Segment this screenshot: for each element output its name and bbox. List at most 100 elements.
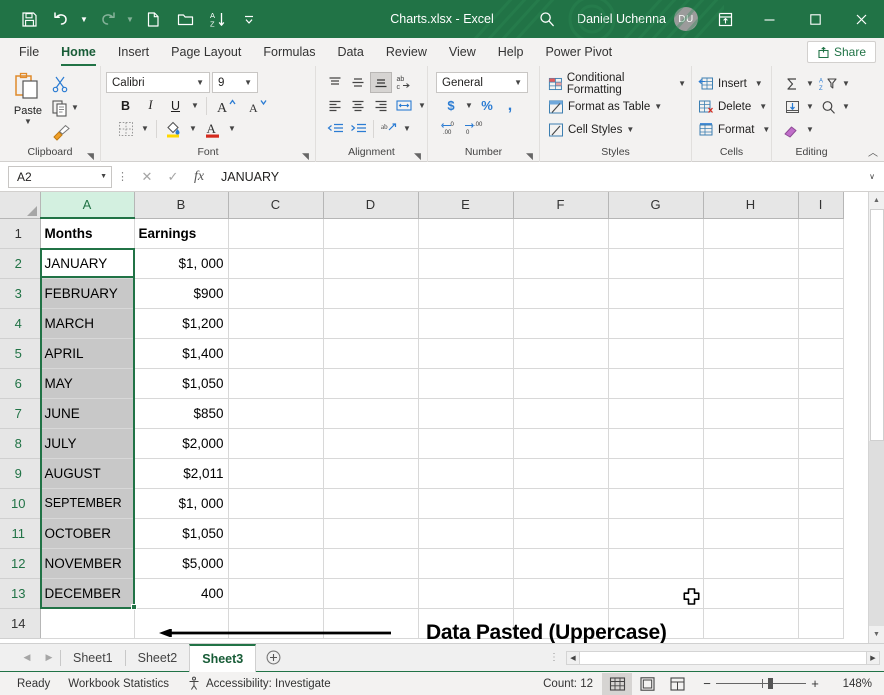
- tab-file[interactable]: File: [8, 40, 50, 66]
- autosum-button[interactable]: [780, 73, 804, 94]
- zoom-slider[interactable]: − +: [692, 676, 830, 691]
- cell-c12[interactable]: [228, 548, 323, 578]
- delete-cells-caret[interactable]: ▼: [759, 102, 767, 111]
- scroll-right-arrow-icon[interactable]: ▶: [866, 651, 880, 665]
- cell-b5[interactable]: $1,400: [134, 338, 228, 368]
- cell-b2[interactable]: $1, 000: [134, 248, 228, 278]
- tab-data[interactable]: Data: [326, 40, 374, 66]
- cell-e1[interactable]: [418, 218, 513, 248]
- cell-a6[interactable]: MAY: [40, 368, 134, 398]
- tab-home[interactable]: Home: [50, 40, 107, 66]
- fill-color-button[interactable]: [162, 118, 185, 139]
- cell-a4[interactable]: MARCH: [40, 308, 134, 338]
- percent-format-button[interactable]: %: [476, 95, 498, 116]
- cell-b3[interactable]: $900: [134, 278, 228, 308]
- row-header-13[interactable]: 13: [0, 578, 40, 608]
- column-header-h[interactable]: H: [703, 192, 798, 218]
- find-select-button[interactable]: [816, 96, 840, 117]
- next-sheet-arrow-icon[interactable]: ▶: [38, 646, 60, 670]
- sheet-tab-sheet3[interactable]: Sheet3: [189, 644, 256, 672]
- cell-i12[interactable]: [798, 548, 843, 578]
- cell-a2[interactable]: JANUARY: [40, 248, 134, 278]
- cell-b6[interactable]: $1,050: [134, 368, 228, 398]
- cell-i4[interactable]: [798, 308, 843, 338]
- borders-button[interactable]: [114, 118, 137, 139]
- zoom-slider-track[interactable]: [716, 683, 806, 684]
- cell-e9[interactable]: [418, 458, 513, 488]
- vertical-scroll-thumb[interactable]: [870, 209, 884, 441]
- cell-a14[interactable]: [40, 608, 134, 638]
- formula-input[interactable]: JANUARY: [212, 166, 866, 188]
- font-name-caret[interactable]: ▼: [193, 78, 207, 87]
- cell-e13[interactable]: [418, 578, 513, 608]
- cell-e7[interactable]: [418, 398, 513, 428]
- cell-f1[interactable]: [513, 218, 608, 248]
- cell-b12[interactable]: $5,000: [134, 548, 228, 578]
- orientation-caret[interactable]: ▼: [401, 118, 413, 139]
- insert-cells-button[interactable]: Insert ▼: [698, 72, 763, 95]
- cell-g2[interactable]: [608, 248, 703, 278]
- collapse-ribbon-button[interactable]: ︿: [868, 144, 878, 159]
- underline-caret[interactable]: ▼: [189, 95, 201, 116]
- tab-view[interactable]: View: [438, 40, 487, 66]
- sort-filter-button[interactable]: AZ: [816, 73, 840, 94]
- wrap-text-button[interactable]: abc: [393, 72, 415, 93]
- tab-review[interactable]: Review: [375, 40, 438, 66]
- cell-i13[interactable]: [798, 578, 843, 608]
- cell-d14[interactable]: [323, 608, 418, 638]
- tab-page-layout[interactable]: Page Layout: [160, 40, 252, 66]
- find-select-caret[interactable]: ▼: [840, 96, 852, 117]
- horizontal-scroll-track[interactable]: [580, 651, 866, 665]
- redo-icon[interactable]: [92, 5, 122, 33]
- cell-g7[interactable]: [608, 398, 703, 428]
- zoom-in-button[interactable]: +: [806, 676, 824, 691]
- autosum-caret[interactable]: ▼: [804, 73, 816, 94]
- cell-d8[interactable]: [323, 428, 418, 458]
- tab-insert[interactable]: Insert: [107, 40, 160, 66]
- cell-c6[interactable]: [228, 368, 323, 398]
- cell-f3[interactable]: [513, 278, 608, 308]
- orientation-button[interactable]: ab: [378, 118, 400, 139]
- cell-h3[interactable]: [703, 278, 798, 308]
- bold-button[interactable]: B: [114, 95, 137, 116]
- cell-g1[interactable]: [608, 218, 703, 248]
- cell-h12[interactable]: [703, 548, 798, 578]
- cell-h9[interactable]: [703, 458, 798, 488]
- select-all-button[interactable]: [0, 192, 40, 218]
- sheet-tab-sheet1[interactable]: Sheet1: [61, 644, 125, 672]
- vertical-scroll-track[interactable]: [869, 441, 884, 626]
- number-dialog-launcher[interactable]: ◥: [524, 149, 535, 160]
- cell-i11[interactable]: [798, 518, 843, 548]
- cell-i2[interactable]: [798, 248, 843, 278]
- cell-e5[interactable]: [418, 338, 513, 368]
- previous-sheet-arrow-icon[interactable]: ◀: [16, 646, 38, 670]
- format-cells-button[interactable]: Format ▼: [698, 118, 770, 141]
- cell-a10[interactable]: SEPTEMBER: [40, 488, 134, 518]
- page-break-view-button[interactable]: [662, 673, 692, 695]
- account-button[interactable]: Daniel Uchenna DU: [567, 7, 704, 31]
- cell-d10[interactable]: [323, 488, 418, 518]
- cell-f6[interactable]: [513, 368, 608, 398]
- cell-b1[interactable]: Earnings: [134, 218, 228, 248]
- cell-b4[interactable]: $1,200: [134, 308, 228, 338]
- cell-g4[interactable]: [608, 308, 703, 338]
- decrease-decimal-button[interactable]: .000: [463, 118, 485, 139]
- cell-h13[interactable]: [703, 578, 798, 608]
- alignment-dialog-launcher[interactable]: ◥: [412, 149, 423, 160]
- format-painter-button[interactable]: [51, 121, 79, 142]
- workbook-statistics-button[interactable]: Workbook Statistics: [59, 678, 178, 690]
- conditional-formatting-caret[interactable]: ▼: [678, 79, 686, 88]
- cell-f5[interactable]: [513, 338, 608, 368]
- cell-d6[interactable]: [323, 368, 418, 398]
- cell-e4[interactable]: [418, 308, 513, 338]
- row-header-3[interactable]: 3: [0, 278, 40, 308]
- cell-f2[interactable]: [513, 248, 608, 278]
- copy-button[interactable]: ▼: [51, 97, 79, 118]
- search-icon[interactable]: [527, 10, 567, 28]
- expand-formula-bar-button[interactable]: ∨: [866, 172, 882, 181]
- cell-f7[interactable]: [513, 398, 608, 428]
- insert-function-button[interactable]: fx: [186, 166, 212, 188]
- row-header-1[interactable]: 1: [0, 218, 40, 248]
- cell-f9[interactable]: [513, 458, 608, 488]
- row-header-4[interactable]: 4: [0, 308, 40, 338]
